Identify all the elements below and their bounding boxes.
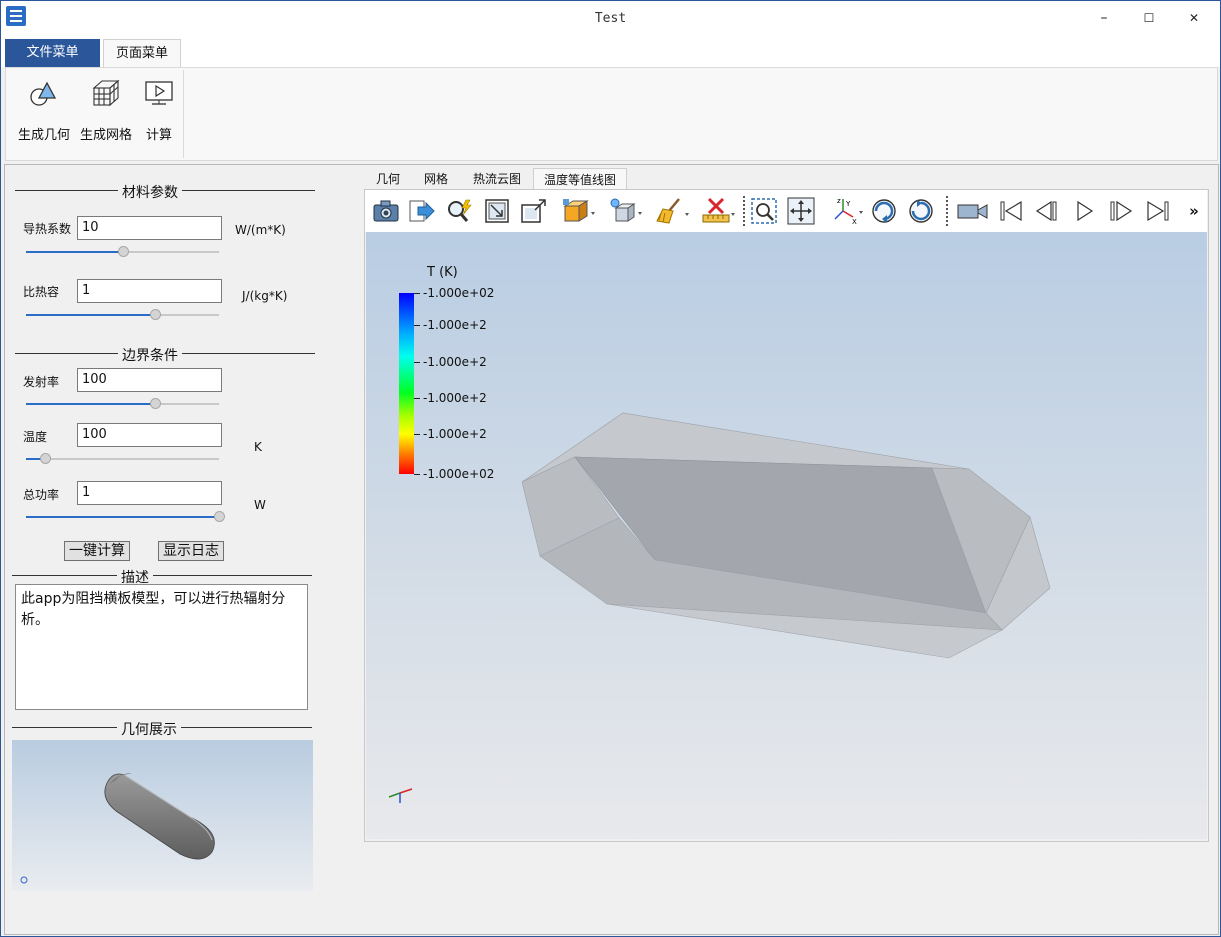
maximize-button[interactable]: ☐ [1126, 1, 1172, 35]
ribbon-button-label: 生成几何 [17, 128, 70, 143]
tab-temperature-contour[interactable]: 温度等值线图 [533, 168, 627, 190]
window-title: Test [594, 11, 627, 26]
section-title: 材料参数 [118, 182, 182, 202]
conductivity-slider[interactable] [26, 246, 219, 258]
generate-geometry-button[interactable]: 生成几何 [16, 74, 72, 143]
title-bar: Test – ☐ ✕ [1, 1, 1220, 37]
heat-capacity-slider[interactable] [26, 309, 219, 321]
tab-heat-flux[interactable]: 热流云图 [465, 168, 529, 190]
conductivity-unit: W/(m*K) [235, 223, 286, 237]
slider-thumb[interactable] [117, 246, 129, 257]
compute-button[interactable]: 计算 [139, 74, 179, 143]
heat-capacity-unit: J/(kg*K) [242, 289, 288, 303]
slider-thumb[interactable] [150, 398, 162, 409]
section-title: 几何展示 [117, 719, 181, 739]
ribbon: 生成几何 生成网格 计算 [5, 67, 1218, 161]
emissivity-input[interactable]: 100 [77, 368, 222, 392]
temperature-input[interactable]: 100 [77, 423, 222, 447]
ribbon-button-label: 计算 [145, 128, 172, 143]
temperature-slider[interactable] [26, 453, 219, 465]
tab-mesh[interactable]: 网格 [416, 168, 456, 190]
geometry-section-header: 几何展示 [12, 719, 312, 739]
boundary-section-header: 边界条件 [15, 345, 315, 365]
geometry-icon [16, 74, 72, 112]
tab-geometry[interactable]: 几何 [368, 168, 408, 190]
total-power-label: 总功率 [23, 488, 60, 502]
app-window: Test – ☐ ✕ 文件菜单 页面菜单 生成几何 生成网格 计算 材料参数 导… [0, 0, 1221, 937]
total-power-input[interactable]: 1 [77, 481, 222, 505]
calculate-button[interactable]: 一键计算 [64, 541, 130, 561]
conductivity-input[interactable]: 10 [77, 216, 222, 240]
heat-capacity-label: 比热容 [23, 285, 60, 299]
geometry-preview [12, 740, 313, 891]
minimize-button[interactable]: – [1081, 1, 1127, 35]
emissivity-label: 发射率 [23, 375, 60, 389]
ribbon-button-label: 生成网格 [79, 128, 132, 143]
slider-thumb[interactable] [150, 309, 162, 320]
slider-thumb[interactable] [40, 453, 52, 464]
heat-capacity-input[interactable]: 1 [77, 279, 222, 303]
generate-mesh-button[interactable]: 生成网格 [78, 74, 134, 143]
description-section-header: 描述 [12, 567, 312, 587]
slider-thumb[interactable] [214, 511, 225, 522]
view-panel-border [364, 189, 1209, 842]
temperature-label: 温度 [23, 430, 48, 444]
total-power-slider[interactable] [26, 511, 225, 523]
description-text[interactable]: 此app为阻挡横板模型，可以进行热辐射分析。 [15, 584, 308, 710]
close-button[interactable]: ✕ [1171, 1, 1217, 35]
menu-tab-bar: 文件菜单 页面菜单 [1, 37, 1220, 67]
compute-icon [139, 74, 179, 112]
emissivity-slider[interactable] [26, 398, 219, 410]
conductivity-label: 导热系数 [23, 222, 72, 236]
section-title: 边界条件 [118, 345, 182, 365]
show-log-button[interactable]: 显示日志 [158, 541, 224, 561]
material-section-header: 材料参数 [15, 182, 315, 202]
temperature-unit: K [254, 440, 262, 454]
ribbon-separator [183, 70, 184, 158]
tab-file-menu[interactable]: 文件菜单 [5, 39, 100, 67]
mesh-icon [78, 74, 134, 112]
total-power-unit: W [254, 498, 266, 512]
tab-page-menu[interactable]: 页面菜单 [103, 39, 181, 67]
main-area: 材料参数 导热系数 10 W/(m*K) 比热容 1 J/(kg*K) 边界条件… [4, 164, 1219, 935]
geometry-preview-shape [20, 773, 215, 884]
